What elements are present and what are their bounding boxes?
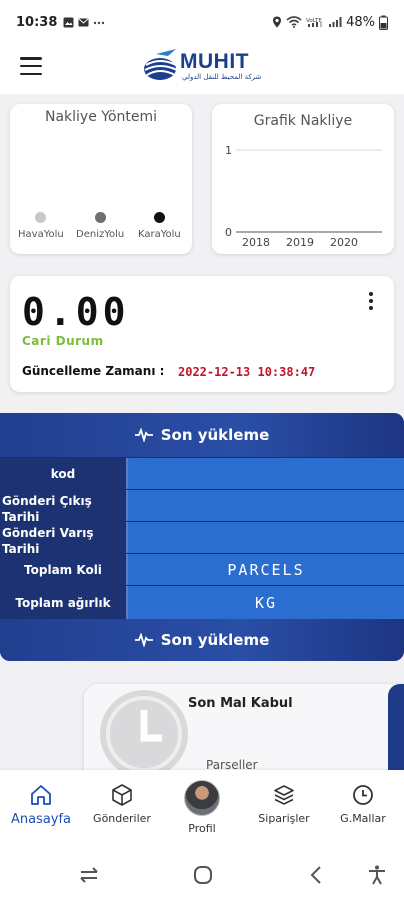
- x-tick-label: 2020: [330, 236, 358, 249]
- status-time: 10:38: [16, 14, 58, 30]
- shipping-chart: 1 0 2018 2019 2020: [225, 144, 382, 249]
- nav-orders[interactable]: Siparişler: [246, 782, 322, 825]
- table-row: Toplam Koli PARCELS: [0, 553, 404, 585]
- avatar: [184, 780, 220, 816]
- row-value: [128, 522, 404, 553]
- more-options-icon[interactable]: [368, 292, 374, 310]
- legend-item-denizyolu[interactable]: DenizYolu: [76, 212, 124, 240]
- row-key: Toplam ağırlık: [0, 586, 128, 619]
- home-icon: [31, 785, 51, 805]
- shipping-method-card: Nakliye Yöntemi HavaYolu DenizYolu KaraY…: [10, 104, 192, 254]
- y-tick-label: 1: [225, 144, 232, 157]
- x-tick-label: 2019: [286, 236, 314, 249]
- shipping-chart-card: Grafik Nakliye 1 0 2018 2019 2020: [212, 104, 394, 254]
- row-value: KG: [128, 586, 404, 619]
- menu-icon[interactable]: [20, 57, 42, 75]
- status-card: 0 . 0 0 Cari Durum Güncelleme Zamanı : 2…: [10, 276, 394, 392]
- legend-label-denizyolu: DenizYolu: [76, 229, 125, 240]
- legend-item-karayolu[interactable]: KaraYolu: [138, 212, 181, 240]
- home-button-icon[interactable]: [192, 864, 214, 886]
- last-shipment-title: Son yükleme: [160, 426, 270, 444]
- row-key: kod: [0, 458, 128, 489]
- pulse-icon: [134, 633, 153, 647]
- counter-digit: 0: [22, 290, 46, 334]
- gallery-icon: [63, 17, 74, 27]
- signal-icon: [329, 17, 342, 27]
- svg-text:VoLTE: VoLTE: [306, 18, 322, 24]
- row-key: Gönderi Varış Tarihi: [0, 522, 128, 553]
- table-row: kod: [0, 457, 404, 489]
- last-shipment-footer-label: Son yükleme: [160, 631, 270, 649]
- box-icon: [112, 784, 132, 806]
- table-row: Gönderi Çıkış Tarihi: [0, 489, 404, 521]
- battery-level: 48%: [346, 14, 375, 30]
- logo-emblem-icon: [144, 49, 178, 80]
- row-key: Gönderi Çıkış Tarihi: [0, 490, 128, 521]
- back-icon[interactable]: [306, 864, 328, 886]
- counter-digit: 0: [75, 290, 100, 334]
- wifi-icon: [286, 16, 302, 28]
- nav-shipments[interactable]: Gönderiler: [84, 782, 160, 825]
- status-label: Cari Durum: [22, 334, 104, 348]
- clock-icon: [353, 785, 373, 805]
- row-value: [128, 458, 404, 489]
- last-shipment-footer[interactable]: Son yükleme: [0, 619, 404, 661]
- brand-subtitle: شركة المحيط للنقل الدولي: [182, 73, 262, 81]
- app-header: MUHIT شركة المحيط للنقل الدولي: [0, 44, 404, 94]
- receipt-title: Son Mal Kabul: [188, 696, 293, 711]
- shipping-method-title: Nakliye Yöntemi: [44, 109, 158, 125]
- more-icon: [94, 21, 105, 24]
- legend-dot-karayolu: [153, 212, 165, 223]
- row-key: Toplam Koli: [0, 554, 128, 585]
- legend-label-karayolu: KaraYolu: [138, 229, 181, 240]
- accessibility-icon[interactable]: [366, 864, 388, 886]
- nav-label-home: Anasayfa: [10, 812, 72, 827]
- counter-digit: .: [48, 290, 73, 334]
- row-value: [128, 490, 404, 521]
- legend-label-havayolu: HavaYolu: [18, 229, 64, 240]
- nav-home[interactable]: Anasayfa: [8, 782, 74, 827]
- bottom-nav: Anasayfa Gönderiler Profil Siparişler G.…: [0, 770, 404, 850]
- last-shipment-header: Son yükleme: [0, 413, 404, 457]
- mail-icon: [78, 18, 89, 26]
- recent-apps-icon[interactable]: [78, 864, 100, 886]
- nav-label-shipments: Gönderiler: [93, 812, 151, 825]
- goods-receipt-card[interactable]: Son Mal Kabul Parseller: [84, 684, 404, 784]
- counter-digit: 0: [102, 290, 127, 334]
- receipt-accent: [388, 684, 404, 784]
- nav-goods[interactable]: G.Mallar: [330, 782, 396, 825]
- clock-illustration-icon: [100, 690, 188, 778]
- pulse-icon: [134, 428, 153, 442]
- row-value: PARCELS: [128, 554, 404, 585]
- table-row: Gönderi Varış Tarihi: [0, 521, 404, 553]
- system-nav-bar: [0, 850, 404, 900]
- nav-label-orders: Siparişler: [258, 812, 310, 825]
- brand-name: MUHIT: [180, 50, 249, 73]
- battery-icon: [379, 15, 388, 30]
- layers-icon: [274, 785, 294, 805]
- legend-item-havayolu[interactable]: HavaYolu: [18, 212, 64, 240]
- update-time-label: Güncelleme Zamanı :: [22, 364, 165, 378]
- y-tick-label: 0: [225, 226, 232, 239]
- last-shipment-panel: Son yükleme kod Gönderi Çıkış Tarihi Gön…: [0, 413, 404, 661]
- table-row: Toplam ağırlık KG: [0, 585, 404, 619]
- nav-label-goods: G.Mallar: [340, 812, 386, 825]
- counter-display: 0 . 0 0: [22, 290, 127, 334]
- nav-label-profile: Profil: [188, 822, 216, 835]
- update-time-value: 2022-12-13 10:38:47: [178, 365, 316, 379]
- location-icon: [273, 16, 282, 28]
- legend-dot-denizyolu: [94, 212, 106, 223]
- x-tick-label: 2018: [242, 236, 270, 249]
- nav-profile[interactable]: Profil: [174, 780, 230, 835]
- legend-dot-havayolu: [35, 212, 47, 223]
- brand-logo: MUHIT شركة المحيط للنقل الدولي: [142, 47, 267, 87]
- status-bar: 10:38 VoLTE 48%: [0, 0, 404, 44]
- volte-icon: VoLTE: [306, 18, 322, 27]
